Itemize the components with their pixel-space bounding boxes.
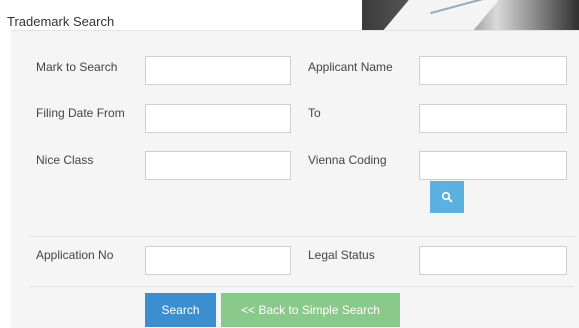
filing-date-from-input[interactable] (145, 104, 291, 133)
search-icon (441, 191, 453, 203)
nice-class-label: Nice Class (36, 153, 94, 167)
applicant-name-label: Applicant Name (308, 60, 393, 74)
form-divider (29, 286, 575, 287)
legal-status-label: Legal Status (308, 248, 375, 262)
vienna-coding-input[interactable] (419, 151, 567, 180)
filing-date-from-label: Filing Date From (36, 106, 125, 120)
legal-status-input[interactable] (419, 246, 567, 275)
filing-date-to-input[interactable] (419, 104, 567, 133)
vienna-coding-label: Vienna Coding (308, 153, 387, 167)
search-button[interactable]: Search (145, 293, 216, 327)
application-no-label: Application No (36, 248, 114, 262)
application-no-input[interactable] (145, 246, 291, 275)
page-header: Trademark Search (0, 0, 579, 33)
mark-to-search-label: Mark to Search (36, 60, 118, 74)
nice-class-input[interactable] (145, 151, 291, 180)
page-title: Trademark Search (7, 14, 115, 29)
mark-to-search-input[interactable] (145, 56, 291, 85)
back-to-simple-search-button[interactable]: << Back to Simple Search (221, 293, 400, 327)
applicant-name-input[interactable] (419, 56, 567, 85)
form-divider (29, 236, 575, 237)
vienna-lookup-button[interactable] (430, 181, 464, 213)
header-banner-image (362, 0, 579, 30)
filing-date-to-label: To (308, 106, 321, 120)
